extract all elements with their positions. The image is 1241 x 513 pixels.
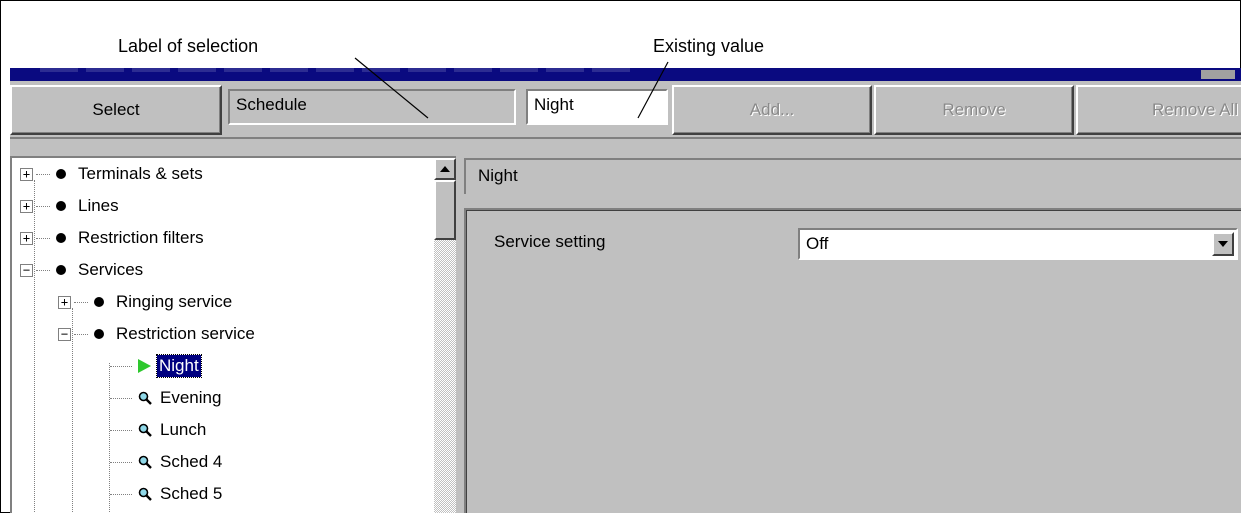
remove-button[interactable]: Remove bbox=[874, 85, 1074, 135]
remove-all-button[interactable]: Remove All bbox=[1076, 85, 1241, 135]
tree-connector bbox=[110, 365, 132, 367]
collapse-icon[interactable]: − bbox=[58, 327, 71, 341]
service-setting-dropdown[interactable]: Off bbox=[798, 228, 1238, 260]
tree-item-label: Sched 5 bbox=[160, 484, 223, 503]
bullet-icon bbox=[56, 201, 66, 211]
tree-item-terminals-sets[interactable]: + Terminals & sets bbox=[20, 158, 203, 190]
window-controls[interactable] bbox=[1201, 70, 1235, 79]
bullet-icon bbox=[56, 169, 66, 179]
toolbar: Select Schedule Night Add... Remove Remo… bbox=[10, 83, 1241, 139]
tree-connector bbox=[110, 493, 132, 495]
select-button[interactable]: Select bbox=[10, 85, 222, 135]
service-setting-label: Service setting bbox=[494, 232, 606, 251]
callout-label-of-selection: Label of selection bbox=[118, 36, 259, 56]
tree-item-lines[interactable]: + Lines bbox=[20, 190, 119, 222]
detail-header: Night bbox=[464, 158, 1241, 194]
chevron-down-icon bbox=[1218, 241, 1228, 247]
tree-item-label: Evening bbox=[160, 388, 222, 407]
add-button[interactable]: Add... bbox=[672, 85, 872, 135]
magnifier-icon bbox=[138, 391, 152, 405]
expand-icon[interactable]: + bbox=[20, 231, 33, 245]
collapse-icon[interactable]: − bbox=[20, 263, 33, 277]
tree-item-lunch[interactable]: Lunch bbox=[110, 414, 206, 446]
tree-item-services[interactable]: − Services bbox=[20, 254, 143, 286]
tree-connector bbox=[110, 397, 132, 399]
title-bar bbox=[10, 68, 1241, 81]
tree-item-label: Restriction service bbox=[116, 324, 255, 343]
tree-scrollbar[interactable] bbox=[434, 158, 456, 513]
detail-panel: Service setting Off bbox=[464, 208, 1241, 513]
tree-item-ringing-service[interactable]: + Ringing service bbox=[58, 286, 232, 318]
tree-connector bbox=[36, 269, 50, 271]
tree-connector bbox=[110, 461, 132, 463]
dropdown-button[interactable] bbox=[1212, 232, 1234, 256]
expand-icon[interactable]: + bbox=[20, 167, 33, 181]
scroll-up-button[interactable] bbox=[434, 158, 456, 180]
scroll-thumb[interactable] bbox=[434, 180, 456, 240]
tree-item-night[interactable]: Night bbox=[110, 350, 202, 382]
magnifier-icon bbox=[138, 487, 152, 501]
bullet-icon bbox=[94, 329, 104, 339]
tree-item-label: Lines bbox=[78, 196, 119, 215]
tree-connector bbox=[74, 301, 88, 303]
tree-item-restriction-filters[interactable]: + Restriction filters bbox=[20, 222, 204, 254]
tree-item-label: Lunch bbox=[160, 420, 207, 439]
selection-label-field: Schedule bbox=[228, 89, 516, 125]
arrow-up-icon bbox=[440, 166, 450, 172]
tree-item-label: Ringing service bbox=[116, 292, 233, 311]
tree-item-label: Restriction filters bbox=[78, 228, 204, 247]
tree-item-sched-4[interactable]: Sched 4 bbox=[110, 446, 222, 478]
magnifier-icon bbox=[138, 455, 152, 469]
existing-value-field[interactable]: Night bbox=[526, 89, 668, 125]
application-window: Select Schedule Night Add... Remove Remo… bbox=[10, 68, 1241, 513]
tree-view[interactable]: + Terminals & sets + Lines + Restriction… bbox=[10, 156, 456, 513]
tree-item-restriction-service[interactable]: − Restriction service bbox=[58, 318, 255, 350]
tree-connector bbox=[110, 429, 132, 431]
tree-item-label: Sched 4 bbox=[160, 452, 223, 471]
tree-connector bbox=[36, 173, 50, 175]
bullet-icon bbox=[94, 297, 104, 307]
tree-item-label: Terminals & sets bbox=[78, 164, 203, 183]
tree-item-sched-5[interactable]: Sched 5 bbox=[110, 478, 222, 510]
expand-icon[interactable]: + bbox=[20, 199, 33, 213]
tree-connector bbox=[36, 237, 50, 239]
tree-item-label: Services bbox=[78, 260, 144, 279]
tree-connector bbox=[74, 333, 88, 335]
expand-icon[interactable]: + bbox=[58, 295, 71, 309]
tree-connector bbox=[36, 205, 50, 207]
play-icon bbox=[138, 359, 151, 373]
service-setting-value: Off bbox=[806, 234, 829, 253]
tree-item-evening[interactable]: Evening bbox=[110, 382, 221, 414]
callout-existing-value: Existing value bbox=[653, 36, 765, 56]
title-bar-text-cropped bbox=[40, 68, 630, 72]
bullet-icon bbox=[56, 233, 66, 243]
bullet-icon bbox=[56, 265, 66, 275]
tree-item-label: Night bbox=[156, 354, 202, 378]
magnifier-icon bbox=[138, 423, 152, 437]
